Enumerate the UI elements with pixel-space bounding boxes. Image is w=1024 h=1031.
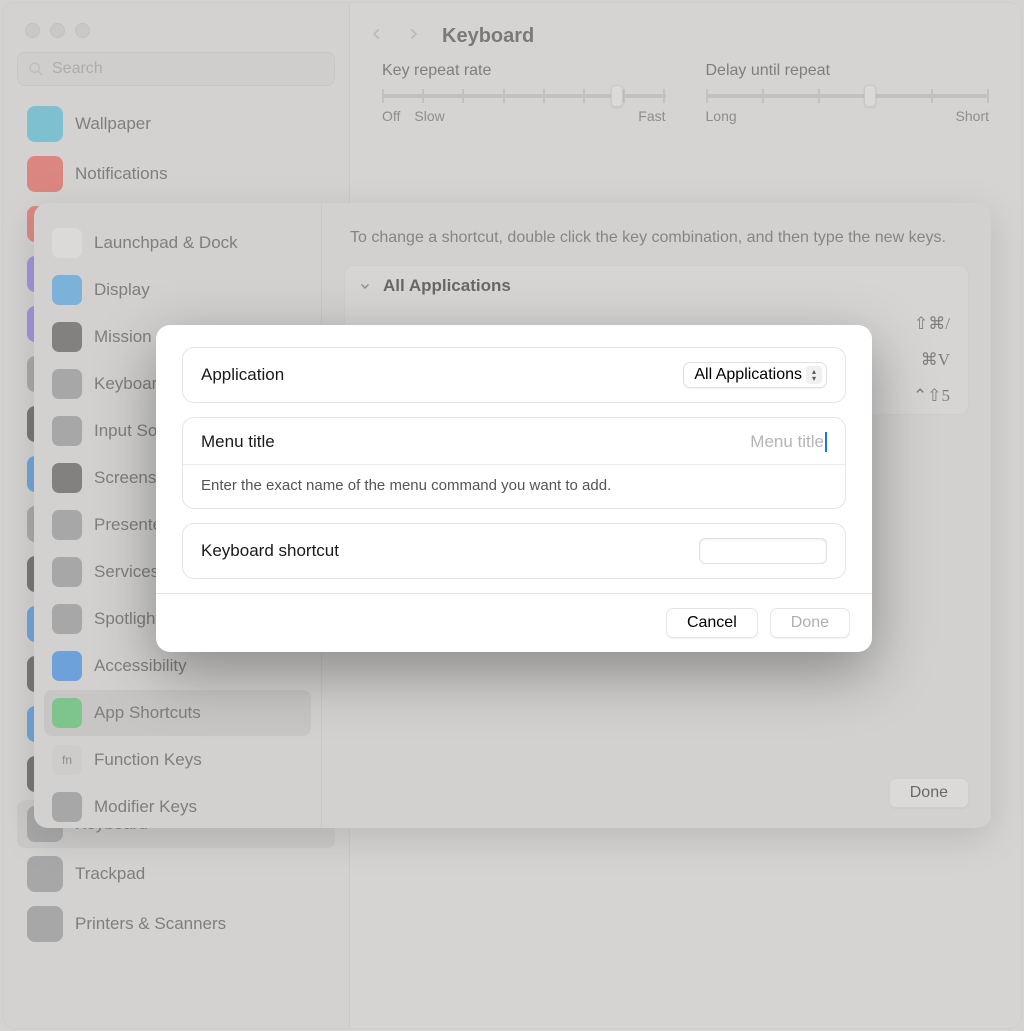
cancel-button[interactable]: Cancel [666,608,758,638]
keyboard-shortcut-input[interactable] [699,538,827,564]
application-label: Application [201,365,284,385]
done-button[interactable]: Done [770,608,850,638]
application-select[interactable]: All Applications [683,362,827,388]
dialog-footer: Cancel Done [156,593,872,652]
updown-icon [806,366,822,384]
shortcut-card: Keyboard shortcut [182,523,846,579]
menu-title-input[interactable] [627,432,827,452]
keyboard-shortcut-label: Keyboard shortcut [201,541,339,561]
application-value: All Applications [694,366,802,384]
application-card: Application All Applications [182,347,846,403]
menu-title-label: Menu title [201,432,275,452]
add-shortcut-dialog: Application All Applications Menu title … [156,325,872,652]
menu-title-hint: Enter the exact name of the menu command… [201,477,827,494]
menu-title-card: Menu title Enter the exact name of the m… [182,417,846,509]
